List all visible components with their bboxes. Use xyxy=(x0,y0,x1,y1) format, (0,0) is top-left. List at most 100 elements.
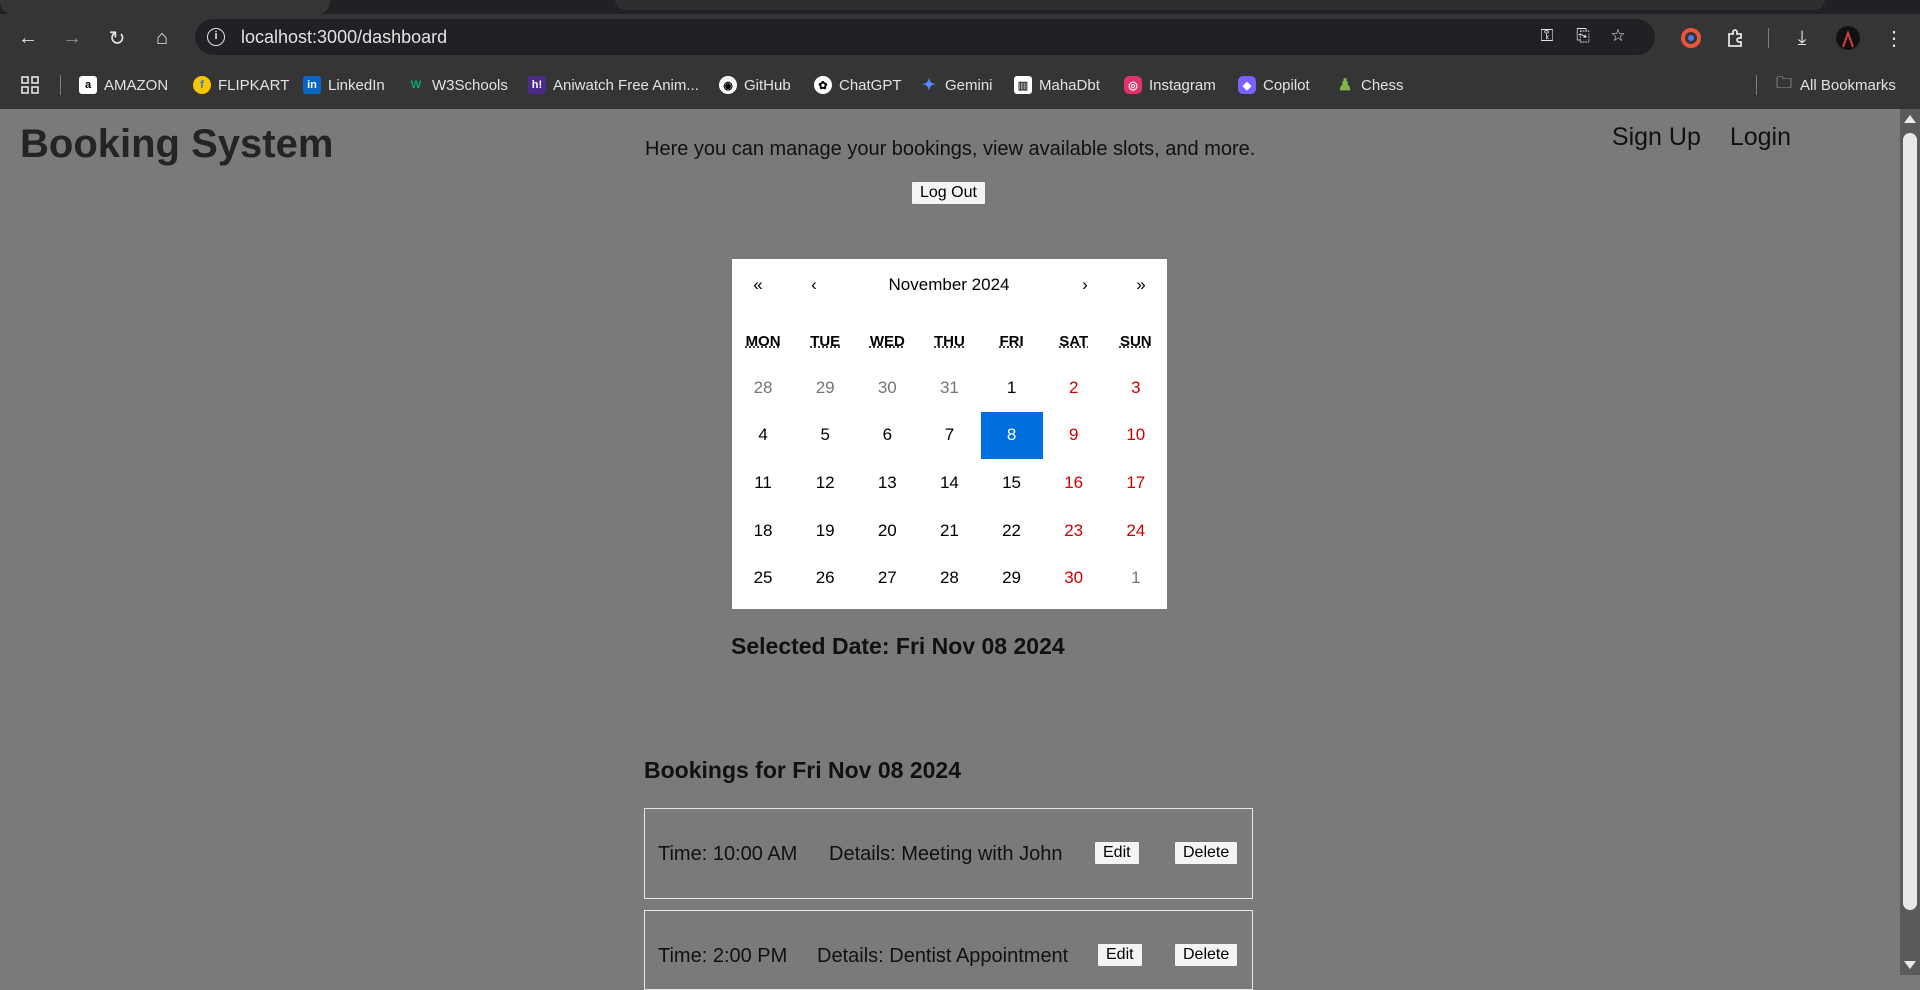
calendar-day[interactable]: 11 xyxy=(732,459,794,507)
copilot-icon: ◆ xyxy=(1238,76,1256,94)
bookmark-flipkart[interactable]: f FLIPKART xyxy=(193,74,289,96)
mahadbt-icon: ▥ xyxy=(1014,76,1032,94)
login-link[interactable]: Login xyxy=(1730,123,1791,151)
bookmark-star-icon[interactable]: ☆ xyxy=(1606,26,1630,48)
booking-card: Time: 2:00 PM Details: Dentist Appointme… xyxy=(644,910,1253,990)
calendar-day[interactable]: 9 xyxy=(1043,412,1105,460)
downloads-icon[interactable]: ⤓ xyxy=(1786,22,1818,54)
all-bookmarks-folder[interactable]: 🗀 All Bookmarks xyxy=(1776,74,1896,96)
bookmark-label: FLIPKART xyxy=(218,76,290,94)
calendar-day[interactable]: 15 xyxy=(981,459,1043,507)
amazon-icon: a xyxy=(79,76,97,94)
calendar-day[interactable]: 21 xyxy=(918,507,980,555)
calendar-day[interactable]: 18 xyxy=(732,507,794,555)
password-key-icon[interactable]: ⚿ xyxy=(1535,26,1559,48)
bookmark-aniwatch[interactable]: h! Aniwatch Free Anim... xyxy=(528,74,699,96)
next-month-button[interactable]: › xyxy=(1059,259,1111,311)
next-year-button[interactable]: » xyxy=(1115,259,1167,311)
calendar: « ‹ November 2024 › » MON TUE WED THU FR… xyxy=(732,259,1167,609)
url-text[interactable]: localhost:3000/dashboard xyxy=(241,27,447,48)
logout-button[interactable]: Log Out xyxy=(911,181,986,205)
edit-booking-button[interactable]: Edit xyxy=(1094,841,1140,865)
profile-avatar[interactable] xyxy=(1832,22,1864,54)
calendar-day[interactable]: 1 xyxy=(981,364,1043,412)
bookmark-chatgpt[interactable]: ✿ ChatGPT xyxy=(814,74,902,96)
calendar-day[interactable]: 30 xyxy=(1043,554,1105,602)
calendar-day[interactable]: 30 xyxy=(856,364,918,412)
apps-grid-icon[interactable] xyxy=(20,74,40,96)
reload-icon[interactable]: ↻ xyxy=(101,22,133,54)
forward-icon[interactable]: → xyxy=(56,22,88,54)
calendar-day[interactable]: 22 xyxy=(981,507,1043,555)
calendar-day[interactable]: 31 xyxy=(918,364,980,412)
calendar-day[interactable]: 13 xyxy=(856,459,918,507)
calendar-day[interactable]: 20 xyxy=(856,507,918,555)
bookmark-amazon[interactable]: a AMAZON xyxy=(79,74,168,96)
calendar-day[interactable]: 2 xyxy=(1043,364,1105,412)
delete-booking-button[interactable]: Delete xyxy=(1174,943,1239,967)
prev-year-button[interactable]: « xyxy=(732,259,784,311)
calendar-month-label[interactable]: November 2024 xyxy=(864,259,1034,311)
calendar-day-selected[interactable]: 8 xyxy=(980,411,1043,460)
weekday-label: FRI xyxy=(999,333,1024,350)
calendar-day[interactable]: 29 xyxy=(794,364,856,412)
intro-text: Here you can manage your bookings, view … xyxy=(645,138,1256,160)
address-bar[interactable]: i localhost:3000/dashboard ⚿ ⎘ ☆ xyxy=(195,19,1655,55)
weekday-label: MON xyxy=(745,333,781,350)
brand-title[interactable]: Booking System xyxy=(20,122,333,167)
bookmark-chess[interactable]: ♟ Chess xyxy=(1336,74,1404,96)
calendar-day[interactable]: 12 xyxy=(794,459,856,507)
edit-booking-button[interactable]: Edit xyxy=(1097,943,1143,967)
calendar-day[interactable]: 3 xyxy=(1105,364,1167,412)
back-icon[interactable]: ← xyxy=(12,22,44,54)
calendar-day[interactable]: 14 xyxy=(918,459,980,507)
chess-icon: ♟ xyxy=(1337,77,1353,94)
bookmark-gemini[interactable]: ✦ Gemini xyxy=(920,74,992,96)
calendar-day[interactable]: 19 xyxy=(794,507,856,555)
bookmark-mahadbt[interactable]: ▥ MahaDbt xyxy=(1014,74,1100,96)
calendar-day[interactable]: 28 xyxy=(732,364,794,412)
calendar-day[interactable]: 26 xyxy=(794,554,856,602)
site-info-icon[interactable]: i xyxy=(207,28,225,46)
calendar-day[interactable]: 7 xyxy=(918,412,980,460)
bookmark-instagram[interactable]: ◎ Instagram xyxy=(1124,74,1216,96)
menu-kebab-icon[interactable]: ⋮ xyxy=(1878,22,1910,54)
bookmark-label: Chess xyxy=(1361,76,1404,94)
delete-booking-button[interactable]: Delete xyxy=(1174,841,1239,865)
prev-month-button[interactable]: ‹ xyxy=(788,259,840,311)
bookmark-github[interactable]: ◉ GitHub xyxy=(719,74,791,96)
calendar-day[interactable]: 10 xyxy=(1105,412,1167,460)
home-icon[interactable]: ⌂ xyxy=(146,22,178,54)
inactive-tab[interactable] xyxy=(615,0,1825,10)
tab-strip xyxy=(0,0,1920,14)
calendar-day[interactable]: 25 xyxy=(732,554,794,602)
extensions-puzzle-icon[interactable] xyxy=(1720,22,1752,54)
booking-details: Details: Meeting with John xyxy=(829,843,1063,865)
calendar-day[interactable]: 5 xyxy=(794,412,856,460)
calendar-day[interactable]: 4 xyxy=(732,412,794,460)
calendar-day[interactable]: 24 xyxy=(1105,507,1167,555)
calendar-day[interactable]: 23 xyxy=(1043,507,1105,555)
bookmark-divider xyxy=(1756,75,1757,95)
install-app-icon[interactable]: ⎘ xyxy=(1571,26,1595,48)
bookmark-linkedin[interactable]: in LinkedIn xyxy=(303,74,385,96)
weekday-label: SUN xyxy=(1119,333,1152,350)
signup-link[interactable]: Sign Up xyxy=(1612,123,1701,151)
calendar-day[interactable]: 28 xyxy=(918,554,980,602)
calendar-day[interactable]: 6 xyxy=(856,412,918,460)
calendar-day[interactable]: 16 xyxy=(1043,459,1105,507)
bookmark-copilot[interactable]: ◆ Copilot xyxy=(1238,74,1310,96)
calendar-day[interactable]: 27 xyxy=(856,554,918,602)
calendar-day[interactable]: 29 xyxy=(981,554,1043,602)
active-tab[interactable] xyxy=(0,0,330,14)
bookmark-label: Copilot xyxy=(1263,76,1310,94)
scroll-up-icon[interactable] xyxy=(1904,115,1916,123)
calendar-day[interactable]: 17 xyxy=(1105,459,1167,507)
page-scrollbar[interactable] xyxy=(1900,109,1920,975)
bookmark-w3schools[interactable]: W W3Schools xyxy=(407,74,508,96)
extension-colorful-icon[interactable] xyxy=(1675,22,1707,54)
calendar-day[interactable]: 1 xyxy=(1105,554,1167,602)
scrollbar-thumb[interactable] xyxy=(1903,133,1917,910)
scroll-down-icon[interactable] xyxy=(1904,961,1916,969)
